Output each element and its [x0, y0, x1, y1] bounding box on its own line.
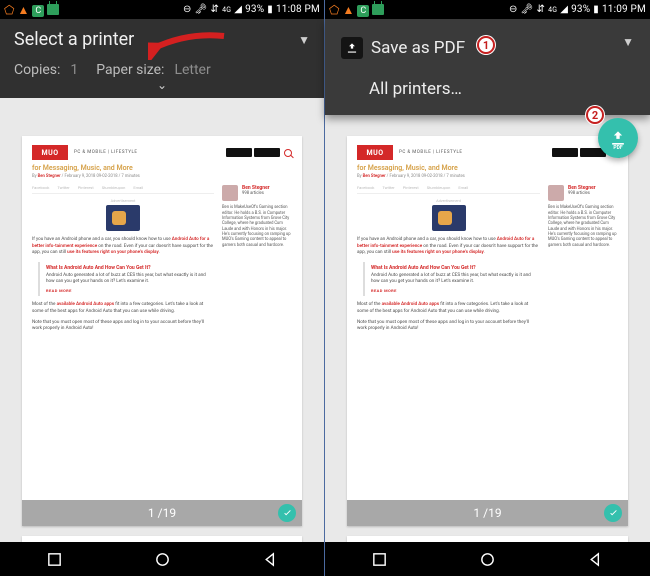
bug-icon: [47, 4, 59, 15]
shield-icon: ⬠: [329, 3, 339, 17]
shield-icon: ⬠: [4, 3, 14, 17]
paragraph: If you have an Android phone and a car, …: [357, 237, 540, 256]
status-bar: ⬠ ▲ C ⊖ 🗝 ⇵ 4G ◢ 93% ▮ 11:09 PM: [325, 0, 650, 19]
right-screenshot: ⬠ ▲ C ⊖ 🗝 ⇵ 4G ◢ 93% ▮ 11:09 PM Letter ▼: [325, 0, 650, 576]
chevron-down-icon[interactable]: ▼: [622, 35, 634, 49]
callout-block: What Is Android Auto And How Can You Get…: [38, 262, 214, 296]
wifi-icon: ⇵: [537, 4, 546, 15]
ad-image: [432, 205, 466, 231]
paragraph: If you have an Android phone and a car, …: [32, 237, 214, 256]
expand-options-chevron-icon[interactable]: ⌄: [14, 80, 310, 90]
playstore-badge: [254, 148, 280, 157]
site-nav: PC & MOBILE | LIFESTYLE: [74, 150, 137, 155]
preview-page[interactable]: MUO PC & MOBILE | LIFESTYLE for Messagin…: [347, 136, 628, 526]
print-preview-area[interactable]: MUO PC & MOBILE | LIFESTYLE for Messagin…: [325, 112, 650, 542]
android-nav-bar: [325, 542, 650, 576]
share-tabs: FacebookTwitterPinterestStumbleuponEmail: [32, 185, 214, 194]
print-options-bar: Select a printer ▼ Copies: 1 Paper size:…: [0, 19, 324, 98]
appstore-badge: [226, 148, 252, 157]
brand-logo: MUO: [32, 145, 68, 160]
save-pdf-fab[interactable]: PDF: [598, 118, 638, 158]
status-bar: ⬠ ▲ C ⊖ 🗝 ⇵ 4G ◢ 93% ▮ 11:08 PM: [0, 0, 324, 19]
appstore-badge: [552, 148, 578, 157]
article-title: for Messaging, Music, and More: [32, 164, 292, 172]
papersize-label: Paper size:: [96, 62, 164, 78]
pdf-icon: [341, 37, 363, 59]
print-preview-area[interactable]: MUO PC & MOBILE | LIFESTYLE for Messagin…: [0, 112, 324, 542]
author-bio: Ben is MakeUseOf's Gaming section editor…: [222, 205, 292, 248]
camtasia-icon: C: [357, 3, 369, 17]
camtasia-icon: C: [32, 3, 44, 17]
bug-icon: [372, 4, 384, 15]
preview-page[interactable]: MUO PC & MOBILE | LIFESTYLE for Messagin…: [22, 136, 302, 526]
flame-icon: ▲: [17, 3, 29, 17]
share-tabs: FacebookTwitterPinterestStumbleuponEmail: [357, 185, 540, 194]
network-type: 4G: [548, 6, 557, 14]
copies-value[interactable]: 1: [70, 62, 78, 78]
recent-apps-button[interactable]: [371, 551, 388, 568]
paragraph: Most of the available Android Auto apps …: [357, 302, 540, 314]
callout-block: What Is Android Auto And How Can You Get…: [363, 262, 540, 296]
ad-image: [106, 205, 140, 231]
do-not-disturb-icon: ⊖: [183, 4, 192, 15]
printer-select-dropdown[interactable]: Select a printer: [14, 29, 134, 50]
annotation-callout-1: 1: [477, 36, 495, 54]
home-button[interactable]: [154, 551, 171, 568]
avatar: [222, 185, 238, 201]
author-bio: Ben is MakeUseOf's Gaming section editor…: [548, 205, 618, 248]
signal-icon: ◢: [234, 4, 242, 15]
vpn-key-icon: 🗝: [521, 4, 534, 15]
menu-item-all-printers[interactable]: All printers…: [339, 73, 636, 105]
ad-label: Advertisement: [357, 198, 540, 203]
page-counter-bar: 1 /19: [22, 500, 302, 526]
android-nav-bar: [0, 542, 324, 576]
left-screenshot: ⬠ ▲ C ⊖ 🗝 ⇵ 4G ◢ 93% ▮ 11:08 PM Select a…: [0, 0, 325, 576]
annotation-callout-2: 2: [586, 106, 604, 124]
paragraph: Note that you must open most of these ap…: [32, 320, 214, 332]
avatar: [548, 185, 564, 201]
byline: By Ben Stegner / February 9, 2018 09-02-…: [32, 174, 292, 179]
search-icon: [284, 149, 292, 157]
page-counter: 1 /19: [148, 506, 176, 520]
battery-percent: 93%: [571, 4, 590, 15]
paragraph: Most of the available Android Auto apps …: [32, 302, 214, 314]
copies-label: Copies:: [14, 62, 60, 78]
paragraph: Note that you must open most of these ap…: [357, 320, 540, 332]
byline: By Ben Stegner / February 9, 2018 09-02-…: [357, 174, 618, 179]
menu-item-label: All printers…: [369, 79, 462, 99]
battery-icon: ▮: [267, 4, 273, 15]
menu-item-label: Save as PDF: [371, 38, 465, 58]
article-title: for Messaging, Music, and More: [357, 164, 618, 172]
vpn-key-icon: 🗝: [195, 4, 208, 15]
author-box: Ben Stegner998 articles: [548, 185, 618, 201]
back-button[interactable]: [587, 551, 604, 568]
flame-icon: ▲: [342, 3, 354, 17]
papersize-value[interactable]: Letter: [174, 62, 210, 78]
home-button[interactable]: [479, 551, 496, 568]
ad-label: Advertisement: [32, 198, 214, 203]
chevron-down-icon[interactable]: ▼: [298, 33, 310, 47]
wifi-icon: ⇵: [211, 4, 220, 15]
page-selected-check-icon[interactable]: [278, 504, 296, 522]
battery-icon: ▮: [593, 4, 599, 15]
clock: 11:08 PM: [276, 4, 320, 15]
author-box: Ben Stegner998 articles: [222, 185, 292, 201]
battery-percent: 93%: [245, 4, 264, 15]
site-nav: PC & MOBILE | LIFESTYLE: [399, 150, 462, 155]
network-type: 4G: [222, 6, 231, 14]
page-counter: 1 /19: [473, 506, 501, 520]
brand-logo: MUO: [357, 145, 393, 160]
page-counter-bar: 1 /19: [347, 500, 628, 526]
do-not-disturb-icon: ⊖: [509, 4, 518, 15]
recent-apps-button[interactable]: [46, 551, 63, 568]
printer-select-menu: ▼ Save as PDF All printers…: [325, 19, 650, 115]
back-button[interactable]: [262, 551, 279, 568]
clock: 11:09 PM: [602, 4, 646, 15]
signal-icon: ◢: [560, 4, 568, 15]
page-selected-check-icon[interactable]: [604, 504, 622, 522]
